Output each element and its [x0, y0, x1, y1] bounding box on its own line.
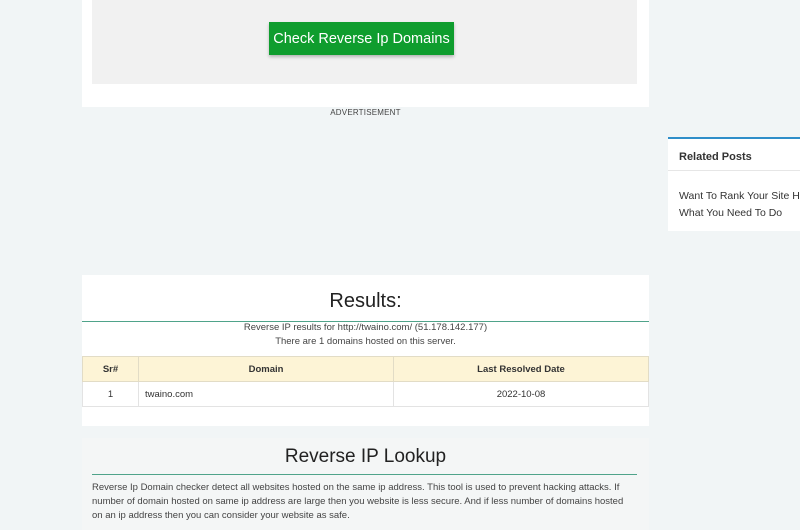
table-header-row: Sr# Domain Last Resolved Date	[82, 356, 649, 382]
advertisement-label: ADVERTISEMENT	[330, 108, 401, 117]
about-tool-description: Reverse Ip Domain checker detect all web…	[92, 482, 624, 521]
related-post-link[interactable]: Want To Rank Your Site Hi Is What You Ne…	[679, 188, 800, 222]
results-table: Sr# Domain Last Resolved Date 1 twaino.c…	[82, 356, 649, 407]
related-posts-title: Related Posts	[679, 151, 752, 163]
results-card: Results: Reverse IP results for http://t…	[82, 275, 649, 426]
about-tool-divider	[92, 474, 637, 475]
check-reverse-ip-button[interactable]: Check Reverse Ip Domains	[269, 22, 454, 55]
about-tool-card: Reverse IP Lookup Reverse Ip Domain chec…	[82, 438, 649, 530]
about-tool-title: Reverse IP Lookup	[284, 446, 447, 467]
row-date: 2022-10-08	[393, 381, 649, 407]
results-summary-url: Reverse IP results for http://twaino.com…	[243, 322, 488, 333]
tool-form-panel: Check Reverse Ip Domains	[92, 0, 637, 84]
tool-form-card: Check Reverse Ip Domains	[82, 0, 649, 107]
results-title: Results:	[329, 290, 402, 312]
row-domain: twaino.com	[138, 381, 394, 407]
table-row: 1 twaino.com 2022-10-08	[82, 381, 649, 407]
column-header-sr: Sr#	[82, 356, 139, 382]
related-posts-divider	[668, 170, 800, 171]
column-header-domain: Domain	[138, 356, 394, 382]
row-sr: 1	[82, 381, 139, 407]
results-summary-count: There are 1 domains hosted on this serve…	[275, 336, 456, 347]
column-header-date: Last Resolved Date	[393, 356, 649, 382]
related-posts-widget: Related Posts Want To Rank Your Site Hi …	[668, 137, 800, 231]
